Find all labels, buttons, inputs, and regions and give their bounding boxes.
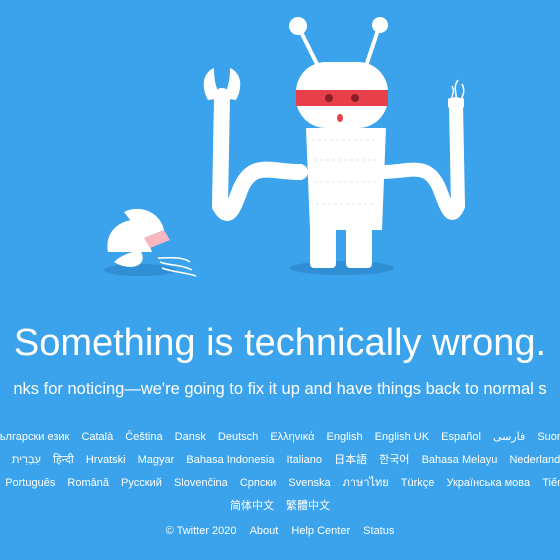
robot-torso — [306, 128, 386, 230]
language-link[interactable]: Español — [441, 431, 481, 443]
language-link[interactable]: Bahasa Melayu — [422, 454, 498, 466]
language-link[interactable]: Nederlands — [509, 454, 560, 466]
language-link[interactable]: עִבְרִית — [12, 454, 41, 466]
language-link[interactable]: Bahasa Indonesia — [186, 454, 274, 466]
language-link[interactable]: English UK — [375, 431, 429, 443]
right-leg — [346, 226, 372, 268]
language-link[interactable]: Čeština — [125, 431, 162, 443]
language-link[interactable]: فارسی — [493, 431, 525, 443]
robot-visor — [296, 90, 388, 106]
language-link[interactable]: Ελληνικά — [270, 431, 314, 443]
about-link[interactable]: About — [250, 525, 279, 537]
language-list-row-2: s עִבְרִית हिन्दी Hrvatski Magyar Bahasa… — [0, 452, 560, 468]
language-link[interactable]: 繁體中文 — [286, 500, 330, 512]
copyright-text: © Twitter 2020 — [165, 525, 237, 537]
left-arm — [211, 88, 308, 221]
left-leg — [310, 226, 336, 268]
language-link[interactable]: English — [327, 431, 363, 443]
language-link[interactable]: ภาษาไทย — [343, 477, 389, 489]
language-link[interactable]: Slovenčina — [174, 477, 228, 489]
language-link[interactable]: Deutsch — [218, 431, 258, 443]
language-link[interactable]: Русский — [121, 477, 162, 489]
language-link[interactable]: Italiano — [287, 454, 322, 466]
language-link[interactable]: Magyar — [138, 454, 175, 466]
language-link[interactable]: Türkçe — [401, 477, 435, 489]
head-shadow — [104, 264, 176, 276]
left-claw — [203, 68, 241, 107]
right-antenna — [364, 28, 380, 68]
robot-mouth — [337, 114, 343, 122]
language-link[interactable]: Svenska — [288, 477, 330, 489]
robot-shadow — [290, 261, 394, 275]
broken-robot-illustration — [104, 17, 466, 277]
status-link[interactable]: Status — [363, 525, 394, 537]
language-list-row-1: Български език Català Čeština Dansk Deut… — [0, 429, 560, 445]
language-link[interactable]: Suomi — [537, 431, 560, 443]
language-link[interactable]: Dansk — [175, 431, 206, 443]
help-center-link[interactable]: Help Center — [291, 525, 350, 537]
error-message: nks for noticing—we're going to fix it u… — [13, 380, 547, 398]
footer-links: © Twitter 2020 About Help Center Status — [0, 523, 560, 539]
language-link[interactable]: Română — [67, 477, 109, 489]
language-link[interactable]: Hrvatski — [86, 454, 126, 466]
language-link[interactable]: हिन्दी — [53, 454, 74, 466]
language-link[interactable]: Български език — [0, 431, 69, 443]
language-link[interactable]: 日本語 — [334, 454, 367, 466]
language-link[interactable]: Tiếng — [542, 477, 560, 489]
language-link[interactable]: Català — [81, 431, 113, 443]
error-headline: Something is technically wrong. — [13, 322, 547, 364]
language-link[interactable]: Português — [5, 477, 55, 489]
language-list-row-3: i Português Română Русский Slovenčina Ср… — [0, 475, 560, 491]
language-link[interactable]: 한국어 — [379, 454, 409, 466]
right-arm — [375, 97, 466, 220]
language-link[interactable]: Српски — [240, 477, 276, 489]
left-antenna — [298, 28, 320, 68]
language-link[interactable]: 简体中文 — [230, 500, 274, 512]
language-link[interactable]: Українська мова — [446, 477, 530, 489]
right-eye-icon — [351, 94, 359, 102]
language-list-row-4: 简体中文 繁體中文 — [0, 498, 560, 514]
left-eye-icon — [325, 94, 333, 102]
